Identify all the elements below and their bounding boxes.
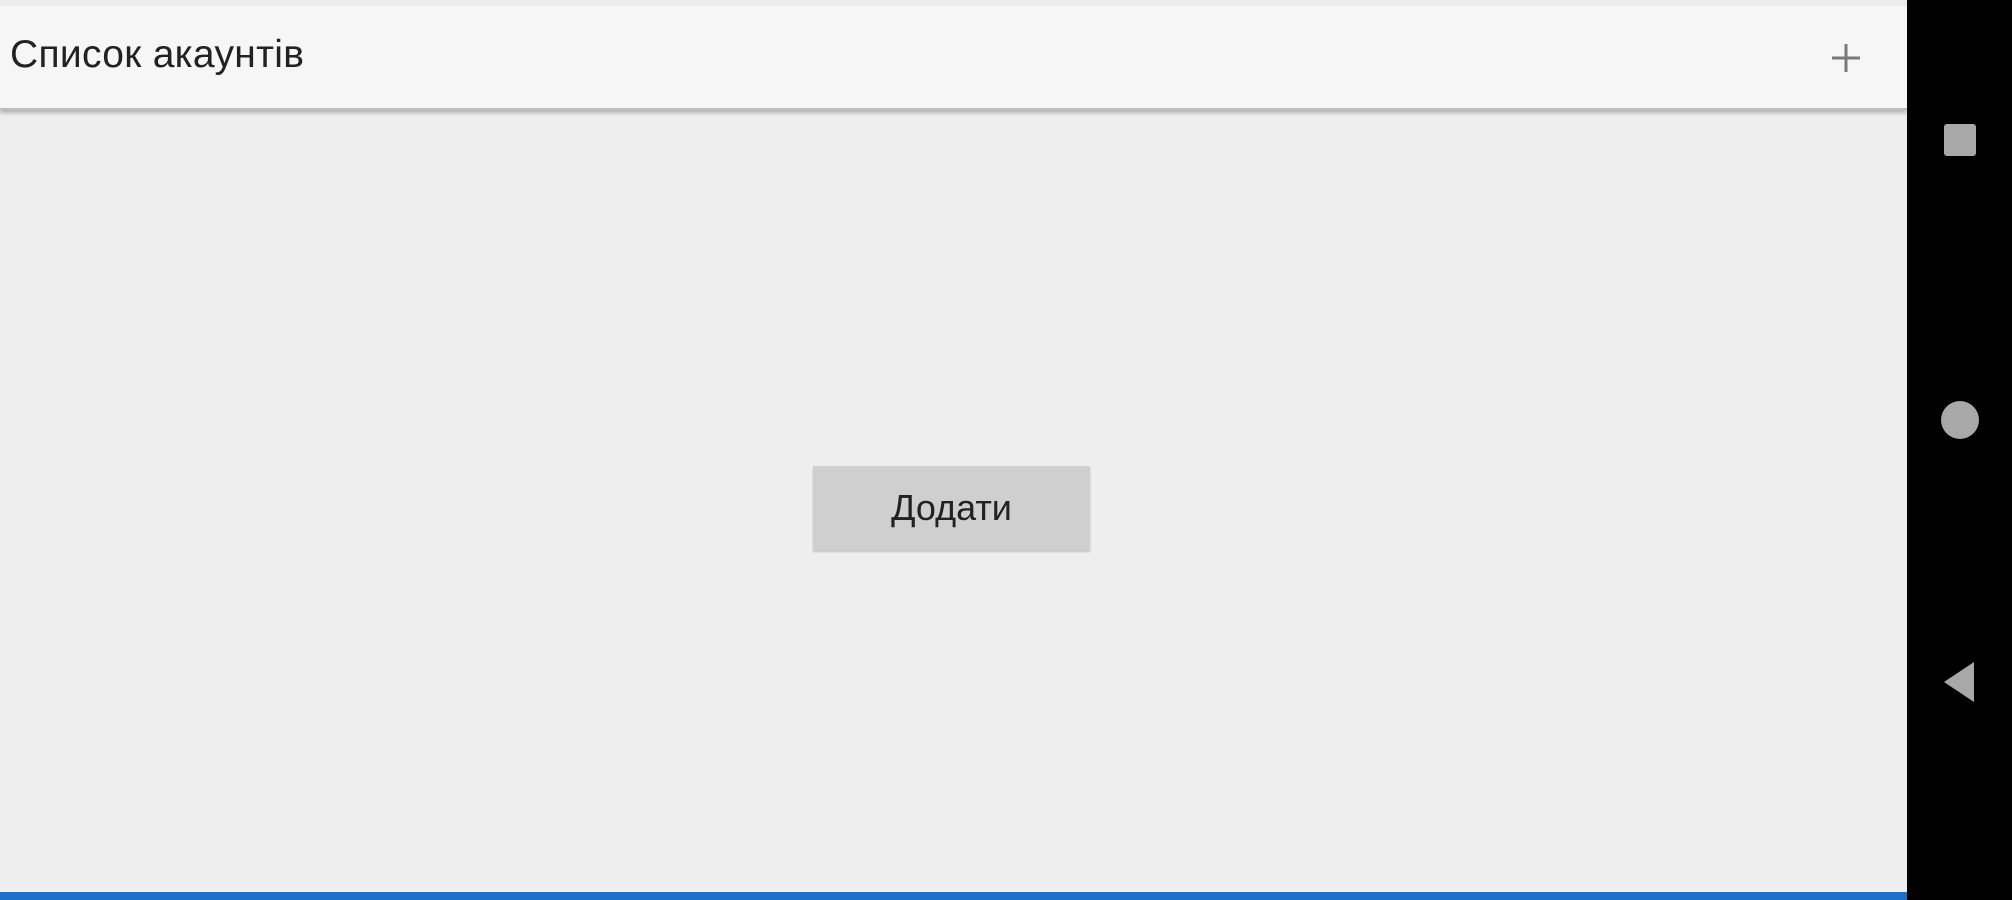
main-content: Додати: [0, 112, 1907, 892]
system-nav-bar: [1907, 0, 2012, 900]
plus-icon-glyph: [1832, 44, 1860, 72]
back-triangle-icon[interactable]: [1907, 660, 2012, 740]
page-title: Список акаунтів: [10, 33, 305, 76]
bottom-accent-bar: [0, 892, 1907, 900]
recents-square-icon[interactable]: [1907, 120, 2012, 200]
add-account-button[interactable]: Додати: [813, 466, 1090, 550]
app-toolbar: Список акаунтів: [0, 6, 1907, 110]
plus-icon[interactable]: [1828, 40, 1864, 76]
app-screen: Список акаунтів Додати: [0, 0, 1907, 900]
home-circle-icon[interactable]: [1907, 398, 2012, 478]
